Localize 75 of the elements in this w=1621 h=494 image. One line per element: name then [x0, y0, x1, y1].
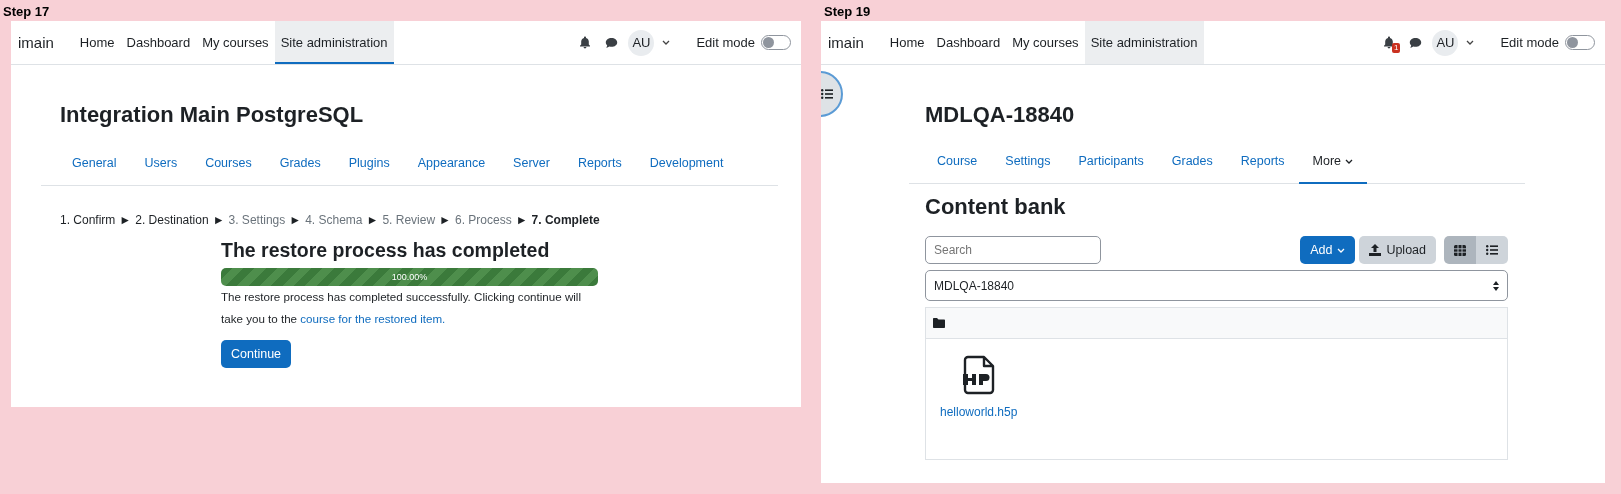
view-toggle[interactable]	[1444, 236, 1476, 264]
list-icon	[821, 89, 833, 99]
course-tab[interactable]: Settings	[991, 140, 1065, 184]
nav-link[interactable]: Dashboard	[120, 21, 197, 64]
edit-mode-toggle[interactable]	[761, 35, 791, 50]
edit-mode-toggle[interactable]	[1565, 35, 1595, 50]
list-icon	[1486, 245, 1498, 255]
step-item: 2. Destination	[135, 213, 209, 227]
nav-link[interactable]: Dashboard	[930, 21, 1007, 64]
caret-icon	[1466, 40, 1475, 45]
site-name[interactable]: imain	[18, 21, 54, 64]
admin-tab[interactable]: Server	[499, 142, 564, 186]
edit-mode-label: Edit mode	[1500, 35, 1559, 50]
nav-link[interactable]: Home	[73, 21, 121, 64]
step-item: 6. Process	[454, 213, 512, 227]
progress-label: 100.00%	[391, 272, 428, 282]
admin-tab[interactable]: Courses	[191, 142, 266, 186]
nav-link[interactable]: My courses	[1006, 21, 1085, 64]
admin-tab[interactable]: Users	[130, 142, 192, 186]
step-separator: ►	[212, 213, 225, 227]
view-toggle[interactable]	[1476, 236, 1508, 264]
file-link[interactable]: helloworld.h5p	[940, 405, 1018, 419]
page-heading: Content bank	[925, 194, 1067, 220]
user-avatar[interactable]: AU	[628, 29, 655, 56]
section-heading: The restore process has completed	[221, 239, 551, 262]
admin-tab[interactable]: Grades	[265, 142, 335, 186]
course-tab[interactable]: Grades	[1157, 140, 1227, 184]
step-separator: ►	[366, 213, 379, 227]
course-tab[interactable]: Participants	[1064, 140, 1158, 184]
course-tab[interactable]: More	[1298, 140, 1368, 184]
step-separator: ►	[439, 213, 451, 227]
step-item: 4. Schema	[305, 213, 363, 227]
completion-message: The restore process has completed successfully. Clicking continue will take you to the course for the restored item.	[221, 289, 582, 327]
admin-tab[interactable]: Development	[635, 142, 738, 186]
grid-icon	[1454, 244, 1466, 256]
chat-icon[interactable]	[1409, 36, 1423, 49]
step-separator: ►	[289, 213, 302, 227]
admin-tab[interactable]: Appearance	[403, 142, 500, 186]
step-item: 1. Confirm	[60, 213, 116, 227]
nav-link[interactable]: Home	[883, 21, 931, 64]
context-select[interactable]: MDLQA-18840	[925, 270, 1508, 301]
step-item: 5. Review	[382, 213, 436, 227]
course-tab[interactable]: Course	[923, 140, 992, 184]
user-avatar[interactable]: AU	[1432, 29, 1459, 56]
site-title: Integration Main PostgreSQL	[59, 102, 365, 128]
step-item: 7. Complete	[531, 213, 600, 227]
step-item: 3. Settings	[228, 213, 286, 227]
step-label: Step 17	[2, 3, 51, 21]
chat-icon[interactable]	[605, 36, 619, 49]
file-icon[interactable]	[961, 355, 996, 395]
nav-link[interactable]: My courses	[196, 21, 275, 64]
add-button[interactable]: Add	[1300, 236, 1356, 264]
course-tab[interactable]: Reports	[1226, 140, 1299, 184]
edit-mode-label: Edit mode	[696, 35, 755, 50]
search-field[interactable]: Search	[925, 236, 1101, 264]
caret-icon	[662, 40, 671, 45]
admin-tab[interactable]: Plugins	[334, 142, 404, 186]
step-separator: ►	[515, 213, 528, 227]
site-name[interactable]: imain	[828, 21, 864, 64]
admin-tab[interactable]: Reports	[563, 142, 636, 186]
admin-tab[interactable]: General	[58, 142, 131, 186]
upload-button[interactable]: Upload	[1359, 236, 1436, 264]
folder-icon[interactable]	[933, 318, 945, 328]
course-title: MDLQA-18840	[924, 102, 1076, 128]
nav-link[interactable]: Site administration	[274, 21, 394, 64]
step-label: Step 19	[823, 3, 872, 21]
upload-icon	[1369, 244, 1382, 256]
notification-badge: 1	[1392, 43, 1401, 53]
bell-icon[interactable]	[579, 36, 592, 49]
caret-icon	[1337, 247, 1346, 253]
course-link[interactable]: course for the restored item.	[300, 312, 446, 325]
nav-link[interactable]: Site administration	[1084, 21, 1204, 64]
sort-icon	[1493, 280, 1499, 291]
step-separator: ►	[119, 213, 132, 227]
continue-button[interactable]: Continue	[221, 340, 292, 368]
